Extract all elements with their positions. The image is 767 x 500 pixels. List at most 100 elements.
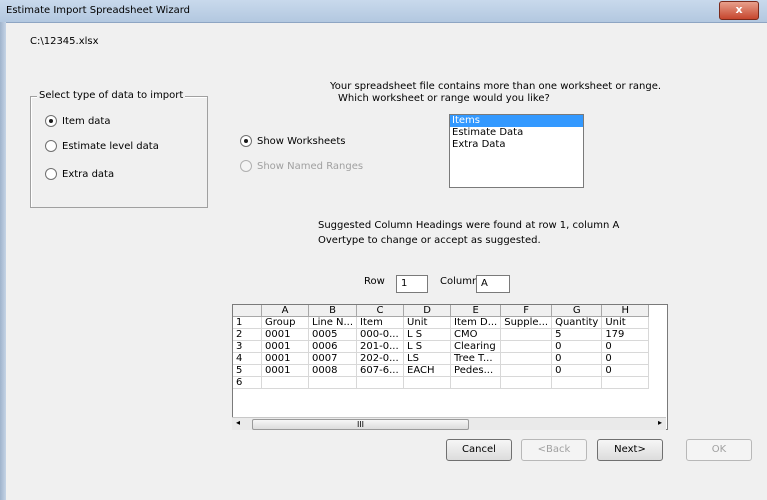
column-header[interactable]: B [308, 305, 358, 317]
table-cell: 000-0... [356, 328, 405, 341]
table-cell [403, 376, 452, 389]
table-cell [500, 340, 553, 353]
table-cell [450, 376, 502, 389]
spreadsheet-preview[interactable]: A B C D E F G H 1 Group Line N... Item U… [232, 304, 668, 430]
column-header[interactable]: F [500, 305, 553, 317]
table-cell: 0 [601, 340, 650, 353]
column-header[interactable]: E [450, 305, 502, 317]
close-icon: x [735, 3, 743, 16]
table-row[interactable]: 1 Group Line N... Item Unit Item D... Su… [233, 316, 650, 329]
column-header[interactable]: C [356, 305, 405, 317]
suggestion-line-1: Suggested Column Headings were found at … [318, 220, 620, 231]
radio-show-named-ranges[interactable]: Show Named Ranges [240, 160, 363, 172]
table-row[interactable]: 3 0001 0006 201-0... L S Clearing 0 0 [233, 340, 650, 353]
cancel-button[interactable]: Cancel [446, 439, 512, 461]
table-cell: Item D... [450, 316, 502, 329]
radio-show-worksheets[interactable]: Show Worksheets [240, 135, 345, 147]
table-row[interactable]: 4 0001 0007 202-0... LS Tree T... 0 0 [233, 352, 650, 365]
radio-label: Show Worksheets [257, 136, 346, 147]
radio-item-data[interactable]: Item data [45, 115, 110, 127]
column-header[interactable]: A [261, 305, 309, 317]
table-cell: 0005 [308, 328, 358, 341]
table-cell: Unit [601, 316, 650, 329]
row-label: Row [364, 276, 385, 287]
table-cell: 0001 [261, 352, 309, 365]
ok-button[interactable]: OK [686, 439, 752, 461]
list-item[interactable]: Items [450, 115, 583, 127]
table-cell: 607-6... [356, 364, 405, 377]
table-cell: Quantity [551, 316, 603, 329]
list-item[interactable]: Estimate Data [450, 127, 583, 139]
table-cell: 0001 [261, 340, 309, 353]
table-cell: Item [356, 316, 405, 329]
row-number: 1 [233, 316, 262, 329]
scroll-right-icon[interactable]: ▸ [658, 418, 662, 427]
import-type-group: Select type of data to import Item data … [30, 90, 208, 208]
row-number: 6 [233, 376, 262, 389]
table-cell: 0001 [261, 328, 309, 341]
radio-checked-icon [45, 115, 57, 127]
table-cell: 0007 [308, 352, 358, 365]
table-cell: Supple... [500, 316, 553, 329]
column-header[interactable]: D [403, 305, 452, 317]
table-cell: 0 [551, 364, 603, 377]
column-header[interactable]: H [601, 305, 650, 317]
scroll-left-icon[interactable]: ◂ [236, 418, 240, 427]
table-cell: Tree T... [450, 352, 502, 365]
horizontal-scrollbar[interactable]: ◂ III ▸ [232, 417, 666, 430]
radio-label: Item data [62, 116, 111, 127]
title-bar: Estimate Import Spreadsheet Wizard x [0, 0, 767, 23]
radio-unchecked-icon [45, 140, 57, 152]
file-path: C:\12345.xlsx [30, 36, 99, 47]
close-button[interactable]: x [719, 1, 759, 20]
column-header[interactable]: G [551, 305, 603, 317]
table-cell: Unit [403, 316, 452, 329]
row-input[interactable]: 1 [396, 275, 428, 293]
table-cell: 0 [551, 352, 603, 365]
table-cell [601, 376, 650, 389]
column-header-row: A B C D E F G H [233, 305, 650, 317]
table-cell [356, 376, 405, 389]
table-row[interactable]: 5 0001 0008 607-6... EACH Pedes... 0 0 [233, 364, 650, 377]
table-cell: 0001 [261, 364, 309, 377]
radio-label: Estimate level data [62, 141, 159, 152]
radio-disabled-icon [240, 160, 252, 172]
table-cell: L S [403, 328, 452, 341]
table-row[interactable]: 6 [233, 376, 650, 389]
table-row[interactable]: 2 0001 0005 000-0... L S CMO 5 179 [233, 328, 650, 341]
import-type-legend: Select type of data to import [37, 90, 186, 101]
table-cell: 0 [601, 352, 650, 365]
column-label: Column [440, 276, 479, 287]
table-cell [500, 364, 553, 377]
table-cell [500, 376, 553, 389]
column-input[interactable]: A [476, 275, 510, 293]
radio-extra-data[interactable]: Extra data [45, 168, 114, 180]
table-cell: 0008 [308, 364, 358, 377]
list-item[interactable]: Extra Data [450, 139, 583, 151]
back-button[interactable]: <Back [521, 439, 587, 461]
table-cell: Clearing [450, 340, 502, 353]
suggestion-line-2: Overtype to change or accept as suggeste… [318, 235, 541, 246]
table-cell: 179 [601, 328, 650, 341]
radio-estimate-level-data[interactable]: Estimate level data [45, 140, 159, 152]
row-number: 2 [233, 328, 262, 341]
scroll-thumb[interactable]: III [252, 419, 469, 430]
next-button[interactable]: Next> [597, 439, 663, 461]
table-cell [500, 328, 553, 341]
table-cell [551, 376, 603, 389]
table-cell: 0 [601, 364, 650, 377]
table-cell: L S [403, 340, 452, 353]
radio-label: Show Named Ranges [257, 161, 364, 172]
table-cell [308, 376, 358, 389]
grip-icon: III [356, 420, 365, 429]
worksheet-list[interactable]: Items Estimate Data Extra Data [449, 114, 584, 188]
window-border [0, 22, 6, 500]
prompt-line-2: Which worksheet or range would you like? [338, 93, 550, 104]
window-title: Estimate Import Spreadsheet Wizard [6, 5, 190, 16]
prompt-line-1: Your spreadsheet file contains more than… [330, 81, 662, 92]
table-cell: 5 [551, 328, 603, 341]
table-cell: Line N... [308, 316, 358, 329]
table-cell: LS [403, 352, 452, 365]
corner-cell [233, 305, 262, 317]
table-cell: 201-0... [356, 340, 405, 353]
